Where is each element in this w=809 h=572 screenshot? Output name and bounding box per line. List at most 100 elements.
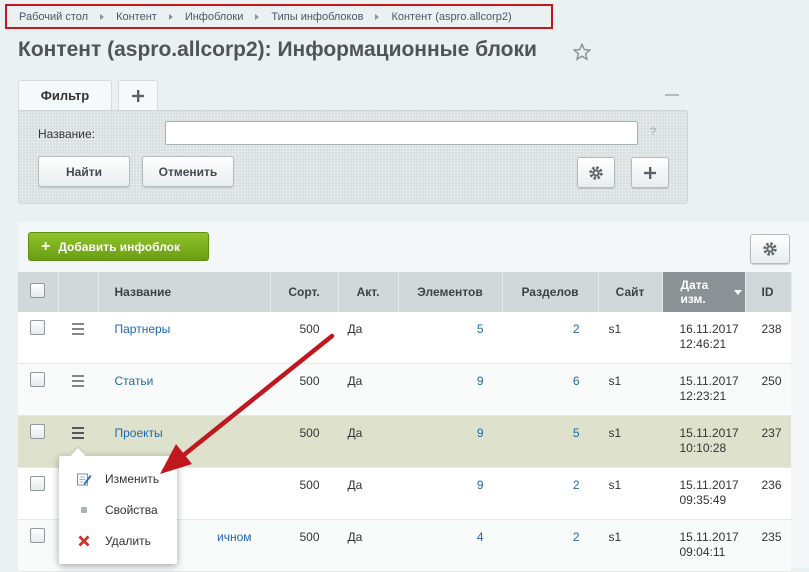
date-day: 15.11.2017 [679,478,739,492]
date-time: 12:46:21 [679,337,727,351]
elements-count-link[interactable]: 9 [399,364,484,388]
breadcrumb-item-current[interactable]: Контент (aspro.allcorp2) [391,11,511,23]
name-field-label: Название: [38,127,95,141]
help-icon[interactable]: ? [650,126,656,138]
sections-count-link[interactable]: 5 [503,416,580,440]
row-checkbox[interactable] [30,528,46,543]
date-day: 15.11.2017 [679,374,739,388]
star-icon[interactable] [573,43,591,61]
row-checkbox[interactable] [30,424,46,439]
filter-panel: Название: ? Найти Отменить [18,110,688,204]
column-header-sort[interactable]: Сорт. [270,272,339,312]
elements-count-link[interactable]: 9 [399,416,484,440]
chevron-right-icon [375,13,380,20]
edit-icon [75,470,93,488]
id-value: 235 [761,530,782,544]
menu-item-delete-label: Удалить [105,534,151,548]
row-checkbox[interactable] [30,372,46,387]
table-row[interactable]: Статьи 500 Да 9 6 s1 15.11.2017 12:23:21 … [18,363,791,416]
find-button[interactable]: Найти [38,156,130,187]
collapse-filter-button[interactable] [665,94,679,96]
active-value: Да [347,478,363,492]
column-header-sections[interactable]: Разделов [502,272,599,312]
column-header-date-label: Дата изм. [680,278,709,306]
menu-item-edit[interactable]: Изменить [59,464,177,494]
row-checkbox[interactable] [30,476,46,491]
breadcrumb-item-iblocks[interactable]: Инфоблоки [185,11,244,23]
elements-count-link[interactable]: 4 [399,520,484,544]
menu-icon[interactable] [72,375,84,390]
sections-count-link[interactable]: 6 [503,364,580,388]
date-value: 15.11.2017 10:10:28 [680,416,745,456]
date-value: 15.11.2017 09:35:49 [680,468,745,508]
id-value: 236 [761,478,782,492]
site-value: s1 [608,374,622,388]
row-checkbox[interactable] [30,320,46,335]
elements-count-link[interactable]: 5 [399,312,484,336]
add-filter-field-button[interactable] [631,157,669,188]
column-header-name[interactable]: Название [98,272,271,312]
plus-icon [132,89,144,102]
select-all-checkbox[interactable] [30,283,46,298]
active-value: Да [347,374,363,388]
sort-value: 500 [299,530,320,544]
list-settings-button[interactable] [750,234,790,264]
plus-icon: + [41,237,51,255]
date-value: 15.11.2017 09:04:11 [680,520,745,560]
sections-count-link[interactable]: 2 [503,312,580,336]
cancel-button[interactable]: Отменить [142,156,234,187]
tab-filter[interactable]: Фильтр [18,80,112,110]
site-value: s1 [608,426,622,440]
menu-item-properties[interactable]: Свойства [59,495,177,525]
iblock-name-link[interactable]: Проекты [115,416,270,440]
add-iblock-button[interactable]: + Добавить инфоблок [28,232,209,261]
gear-icon [589,165,603,180]
date-time: 09:35:49 [679,493,727,507]
menu-item-properties-label: Свойства [105,503,158,517]
table-header: Название Сорт. Акт. Элементов Разделов С… [18,272,792,312]
filter-settings-button[interactable] [577,157,615,188]
date-time: 12:23:21 [679,389,727,403]
sort-value: 500 [299,322,320,336]
elements-count-link[interactable]: 9 [399,468,484,492]
iblock-name-link[interactable]: Партнеры [115,312,270,336]
breadcrumb-item-iblock-types[interactable]: Типы инфоблоков [271,11,363,23]
chevron-right-icon [255,13,260,20]
menu-item-edit-label: Изменить [105,472,160,486]
add-iblock-label: Добавить инфоблок [58,239,181,254]
column-header-date[interactable]: Дата изм. [662,272,746,312]
sections-count-link[interactable]: 2 [503,468,580,492]
breadcrumb-item-content[interactable]: Контент [116,11,157,23]
date-time: 09:04:11 [679,545,726,559]
site-value: s1 [608,530,622,544]
sort-value: 500 [299,374,320,388]
chevron-right-icon [100,13,105,20]
menu-icon[interactable] [72,427,84,442]
row-context-menu: Изменить Свойства Удалить [59,456,177,564]
breadcrumb-item-desktop[interactable]: Рабочий стол [19,11,88,23]
column-header-id[interactable]: ID [745,272,792,312]
add-filter-tab-button[interactable] [118,80,158,110]
sections-count-link[interactable]: 2 [503,520,580,544]
breadcrumb: Рабочий стол Контент Инфоблоки Типы инфо… [5,4,553,29]
table-row[interactable]: Партнеры 500 Да 5 2 s1 16.11.2017 12:46:2… [18,312,791,364]
date-value: 15.11.2017 12:23:21 [680,364,745,404]
name-filter-input[interactable] [165,121,638,145]
menu-item-delete[interactable]: Удалить [59,526,177,556]
iblock-name-link[interactable]: Статьи [115,364,270,388]
delete-icon [75,532,93,550]
column-header-elements[interactable]: Элементов [398,272,503,312]
id-value: 237 [761,426,782,440]
sort-desc-icon [733,289,742,295]
column-header-active[interactable]: Акт. [338,272,399,312]
site-value: s1 [608,478,622,492]
active-value: Да [347,322,363,336]
sort-value: 500 [299,478,320,492]
date-value: 16.11.2017 12:46:21 [680,312,745,352]
date-time: 10:10:28 [679,441,727,455]
select-all-cell [18,272,59,312]
menu-icon[interactable] [72,323,84,338]
site-value: s1 [608,322,622,336]
column-header-site[interactable]: Сайт [598,272,663,312]
plus-icon [644,166,656,179]
